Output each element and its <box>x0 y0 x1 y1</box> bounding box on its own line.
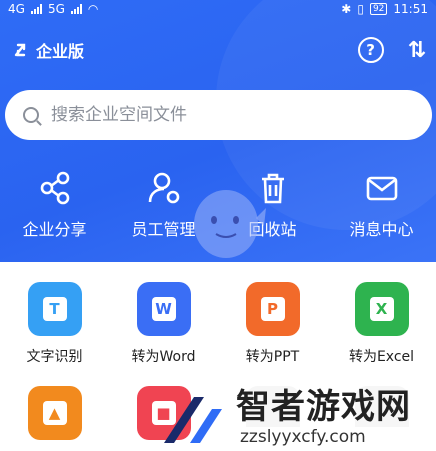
quick-action-share[interactable]: 企业分享 <box>5 170 105 240</box>
status-bar: 4G 5G ◠ ✱ ▯ 92 11:51 <box>0 0 436 18</box>
signal-icon-2 <box>70 4 82 14</box>
top-bar: 企业版 ? ⇅ <box>10 34 426 66</box>
search-bar[interactable] <box>5 90 432 140</box>
bluetooth-icon: ✱ <box>341 2 352 16</box>
help-icon[interactable]: ? <box>357 37 384 63</box>
word-icon: W <box>136 282 191 336</box>
tool-ocr[interactable]: T 文字识别 <box>5 282 105 366</box>
tool-to-excel[interactable]: X 转为Excel <box>332 282 432 366</box>
tool-image[interactable]: ▲ <box>5 386 105 440</box>
tool-row: T 文字识别 W 转为Word P 转为PPT X 转为Excel <box>0 262 436 366</box>
quick-action-messages[interactable]: 消息中心 <box>332 170 432 240</box>
search-input[interactable] <box>51 105 411 125</box>
tool-label: 文字识别 <box>26 349 83 365</box>
share-icon <box>40 171 69 205</box>
mascot-illustration <box>194 190 266 258</box>
excel-icon: X <box>354 282 409 336</box>
quick-action-label: 消息中心 <box>349 220 414 239</box>
network-label-right: 5G <box>47 2 65 16</box>
tool-to-word[interactable]: W 转为Word <box>114 282 214 366</box>
watermark-url: zzslyyxcfy.com <box>236 426 411 447</box>
employee-manage-icon <box>148 172 179 204</box>
image-icon: ▲ <box>27 386 82 440</box>
clock: 11:51 <box>393 2 428 16</box>
network-label-left: 4G <box>8 2 25 16</box>
battery-icon: 92 <box>369 3 388 15</box>
quick-action-label: 企业分享 <box>22 220 87 239</box>
tool-label: 转为Word <box>131 349 196 365</box>
signal-icon <box>30 4 42 14</box>
brand-label: 企业版 <box>36 42 85 61</box>
watermark-logo-icon <box>164 396 222 443</box>
ppt-icon: P <box>245 282 300 336</box>
logo-icon <box>10 39 32 61</box>
header: 4G 5G ◠ ✱ ▯ 92 11:51 企业版 ? ⇅ 企业分享 <box>0 0 436 262</box>
ocr-icon: T <box>27 282 82 336</box>
watermark-title: 智者游戏网 <box>236 386 411 427</box>
sort-icon[interactable]: ⇅ <box>408 38 426 63</box>
watermark: 智者游戏网 zzslyyxcfy.com <box>160 382 436 451</box>
search-icon <box>23 107 39 123</box>
mail-icon <box>366 176 397 201</box>
tool-label: 转为PPT <box>245 349 300 365</box>
tool-label: 转为Excel <box>348 349 415 365</box>
vibrate-icon: ▯ <box>357 2 364 16</box>
wifi-icon: ◠ <box>87 2 99 16</box>
tool-to-ppt[interactable]: P 转为PPT <box>223 282 323 366</box>
